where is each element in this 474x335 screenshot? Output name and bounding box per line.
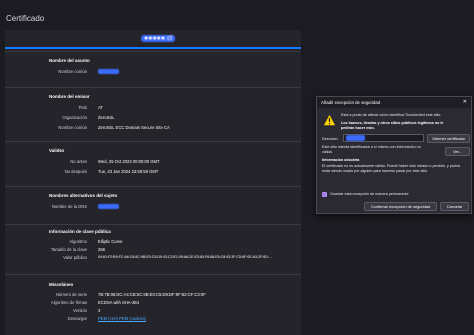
certificate-panel: ●●●●●.cl Nombre del asunto Nombre común … [5, 30, 301, 335]
field-key: No antes [70, 159, 87, 164]
status-title: Información obsoleta [322, 158, 360, 162]
field-key: Nombre común [58, 69, 87, 74]
field-key: Organización [62, 115, 87, 120]
field-value: 04:61:F2:B9:FC:A6:C8:5C:9B:E0:C5:D9:43:C… [98, 255, 272, 259]
checkbox-label: Guardar esta excepción de manera permane… [330, 192, 409, 196]
section-title: Nombres alternativos del sujeto [49, 193, 118, 198]
dialog-warning: Los bancos, tiendas y otros sitios públi… [341, 121, 444, 130]
field-value: ECDSA with SHA-384 [98, 300, 139, 305]
field-row: Algoritmo Elliptic Curve [5, 239, 301, 247]
server-label: Dirección: [322, 137, 339, 141]
field-value: ZeroSSL ECC Domain Secure Site CA [98, 125, 170, 130]
field-row: Nombre de la DNS ●●●●●.cl [5, 204, 301, 212]
certificate-tab-row: ●●●●●.cl [5, 30, 301, 50]
field-value: Elliptic Curve [98, 239, 123, 244]
view-button[interactable]: Ver... [445, 147, 470, 156]
field-key: Valor público [63, 255, 87, 260]
field-row: Número de serie 7B:7B:06:DC:A4:CB:5C:9B:… [5, 292, 301, 300]
field-row: Organización ZeroSSL [5, 115, 301, 123]
dialog-title: Añadir excepción de seguridad [321, 100, 381, 105]
warning-icon [323, 114, 336, 126]
close-icon[interactable]: ✕ [463, 99, 467, 105]
server-input[interactable]: ●●●●●.cl [343, 134, 424, 142]
field-row: Nombre común ●●●●●.cl [5, 69, 301, 77]
field-value: ●●●●●.cl [98, 69, 119, 74]
field-key: Algoritmo de firmas [50, 300, 87, 305]
field-row: Versión 3 [5, 308, 301, 316]
field-row: Tamaño de la clave 256 [5, 247, 301, 255]
field-row: No antes Wed, 25 Oct 2023 00:00:00 GMT [5, 159, 301, 167]
field-value: 7B:7B:06:DC:A4:CB:5C:9B:E0:C5:D9:DF:9F:6… [98, 292, 206, 297]
security-exception-dialog: Añadir excepción de seguridad ✕ Está a p… [316, 96, 472, 214]
validity-section: Validez No antes Wed, 25 Oct 2023 00:00:… [5, 141, 301, 179]
redacted-value: ●●●●●.cl [98, 204, 119, 209]
field-key: Tamaño de la clave [50, 247, 87, 252]
permanent-checkbox[interactable]: ✓ [322, 192, 327, 197]
section-title: Nombre del asunto [49, 58, 90, 63]
get-certificate-button[interactable]: Obtener certificado [427, 134, 470, 143]
field-key: Algoritmo [69, 239, 87, 244]
section-title: Nombre del emisor [49, 94, 90, 99]
cancel-button[interactable]: Cancelar [440, 202, 469, 211]
field-value: Tue, 23 Jan 2024 23:59:59 GMT [98, 169, 159, 174]
field-row: Algoritmo de firmas ECDSA with SHA-384 [5, 300, 301, 308]
field-value: ●●●●●.cl [98, 204, 119, 209]
field-key: Número de serie [56, 292, 87, 297]
field-key: Nombre de la DNS [51, 204, 87, 209]
misc-section: Misceláneo Número de serie 7B:7B:06:DC:A… [5, 274, 301, 330]
field-row: No después Tue, 23 Jan 2024 23:59:59 GMT [5, 169, 301, 177]
dialog-titlebar: Añadir excepción de seguridad ✕ [317, 97, 471, 108]
field-key: No después [64, 169, 87, 174]
confirm-exception-button[interactable]: Confirmar excepción de seguridad [364, 202, 437, 211]
section-title: Validez [49, 148, 65, 153]
field-key: Versión [73, 308, 87, 313]
tab-underline [5, 47, 301, 49]
redacted-value: ●●●●●.cl [346, 135, 366, 141]
dialog-intro: Está a punto de alterar cómo identifica … [341, 113, 442, 117]
page-title: Certificado [6, 14, 45, 23]
download-links[interactable]: PEM (cert) PEM (cadena) [98, 316, 146, 321]
field-key: Descargar [67, 316, 87, 321]
field-row: Valor público 04:61:F2:B9:FC:A6:C8:5C:9B… [5, 255, 301, 263]
issuer-section: Nombre del emisor País AT Organización Z… [5, 87, 301, 135]
field-row: Descargar PEM (cert) PEM (cadena) [5, 316, 301, 324]
section-title: Misceláneo [49, 282, 74, 287]
field-value: ZeroSSL [98, 115, 115, 120]
field-key: País [78, 105, 87, 110]
field-row: País AT [5, 105, 301, 113]
field-value: 256 [98, 247, 105, 252]
section-title: Información de clave pública [49, 229, 111, 234]
public-key-section: Información de clave pública Algoritmo E… [5, 224, 301, 272]
redacted-value: ●●●●●.cl [98, 69, 119, 74]
field-value: AT [98, 105, 104, 110]
tab-domain[interactable]: ●●●●●.cl [141, 35, 176, 42]
field-row: Nombre común ZeroSSL ECC Domain Secure S… [5, 125, 301, 133]
field-value: Wed, 25 Oct 2023 00:00:00 GMT [98, 159, 160, 164]
field-key: Nombre común [58, 125, 87, 130]
san-section: Nombres alternativos del sujeto Nombre d… [5, 186, 301, 219]
status-detail: El certificado no es actualmente válido.… [322, 164, 461, 173]
status-text: Este sitio intenta identificarse a sí mi… [322, 145, 421, 154]
subject-section: Nombre del asunto Nombre común ●●●●●.cl [5, 51, 301, 82]
field-value: 3 [98, 308, 101, 313]
